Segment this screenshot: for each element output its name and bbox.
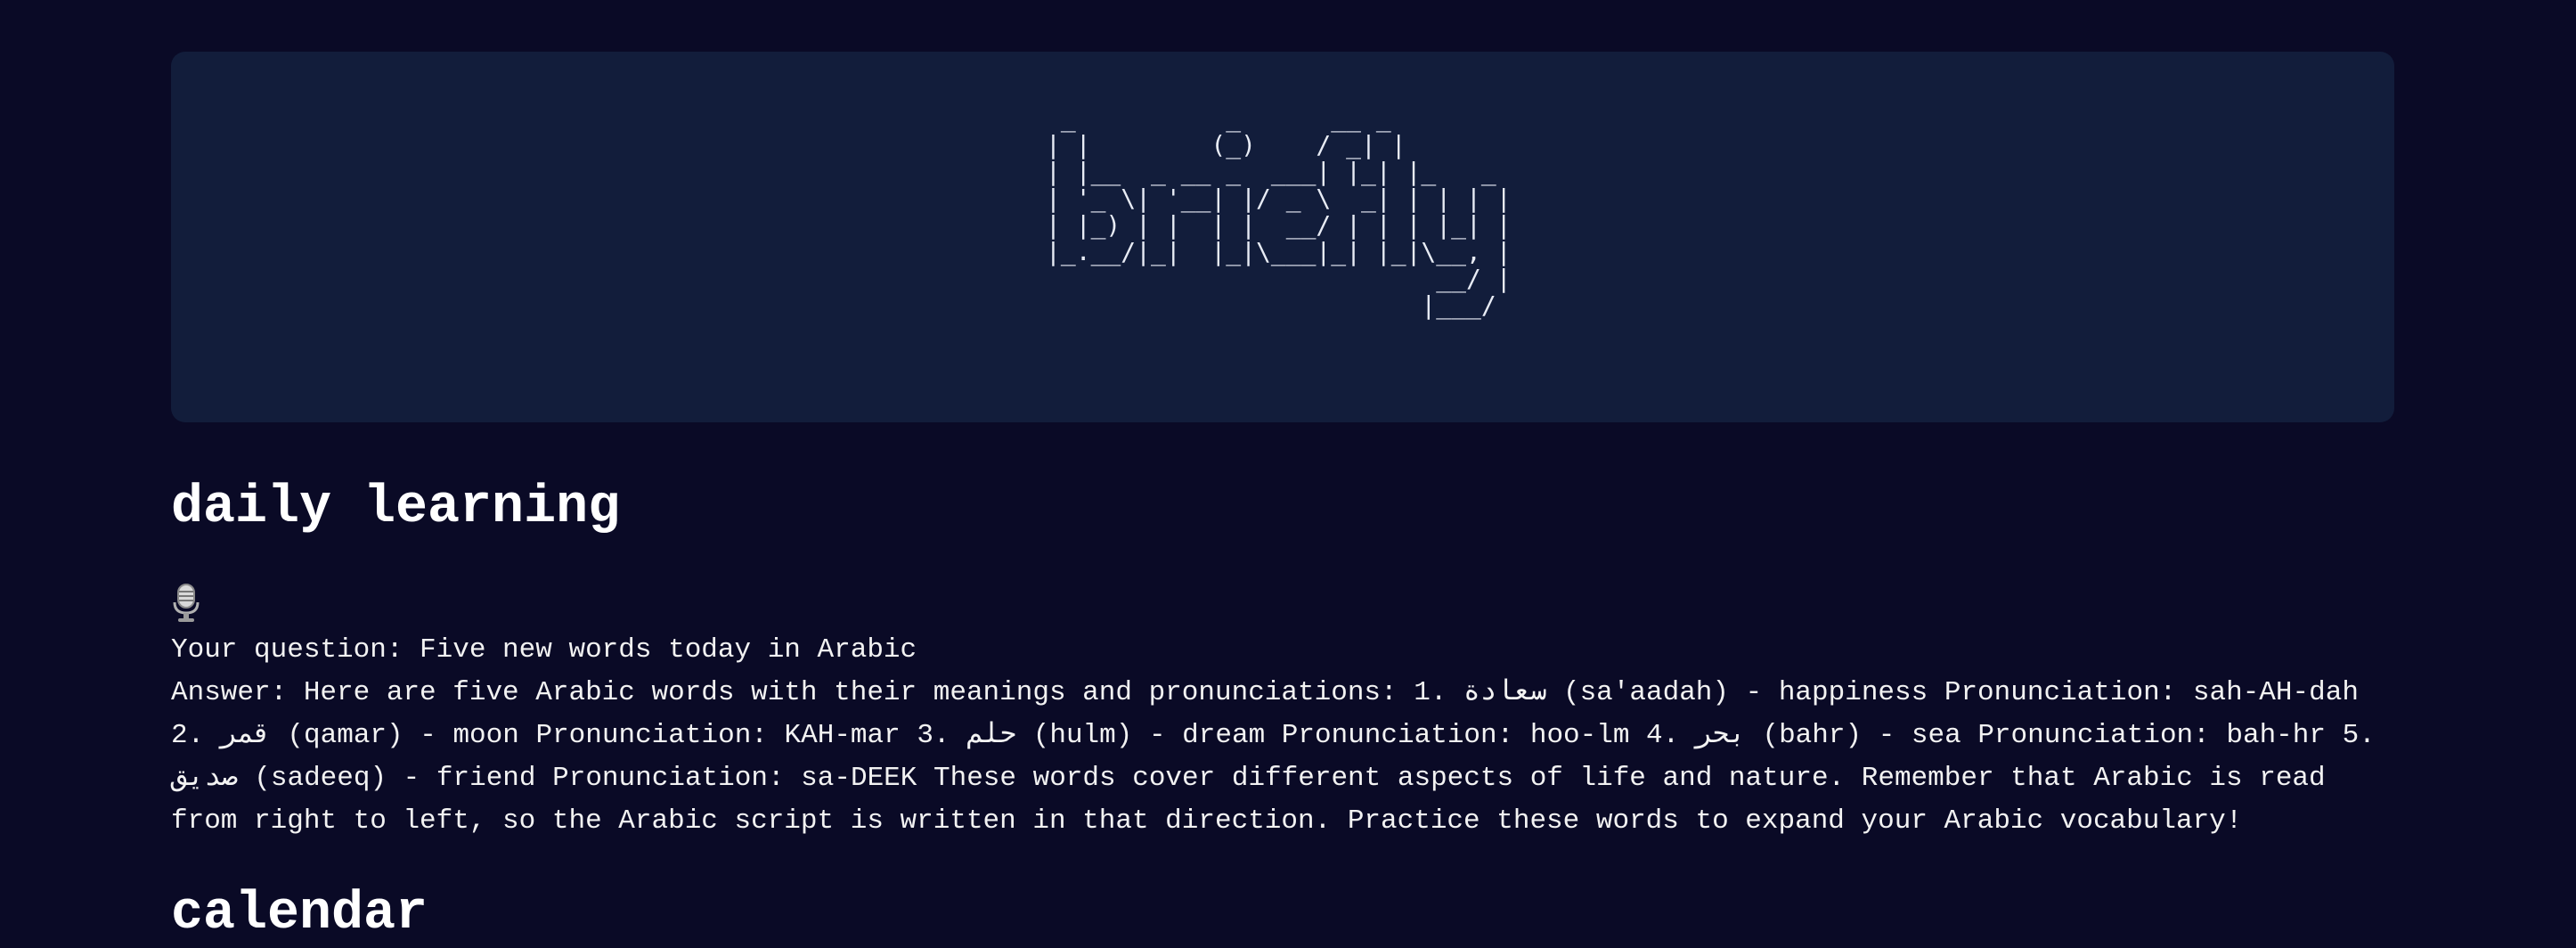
question-text: Your question: Five new words today in A… <box>171 634 917 666</box>
microphone-icon[interactable] <box>171 583 201 624</box>
qa-block: Your question: Five new words today in A… <box>171 629 2398 843</box>
section-title-daily-learning: daily learning <box>171 478 621 538</box>
section-title-calendar: calendar <box>171 884 428 944</box>
answer-text: Answer: Here are five Arabic words with … <box>171 677 2376 837</box>
page: _ _ __ _ | | (_) / _| | | |__ _ __ _ ___… <box>0 0 2576 948</box>
ascii-logo: _ _ __ _ | | (_) / _| | | |__ _ __ _ ___… <box>1046 103 1512 320</box>
